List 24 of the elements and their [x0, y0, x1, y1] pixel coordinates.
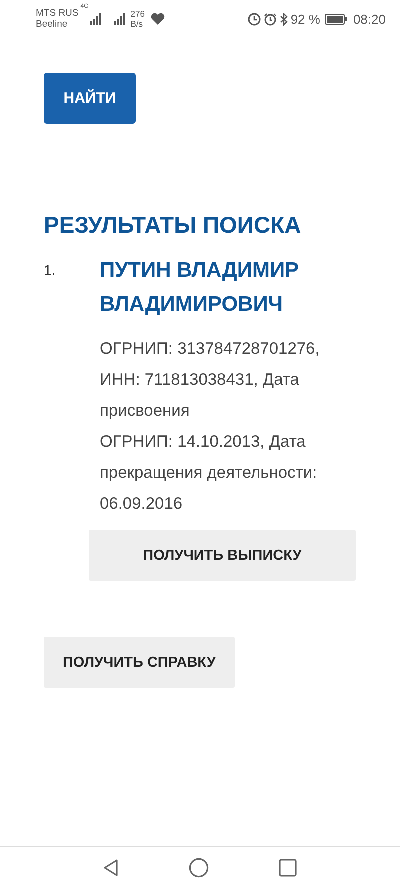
- section-title: РЕЗУЛЬТАТЫ ПОИСКА: [44, 211, 302, 240]
- list-number: 1.: [44, 261, 57, 280]
- data-speed-unit: B/s: [130, 19, 144, 29]
- clock-icon: [248, 12, 261, 26]
- signal-icon: [112, 13, 127, 25]
- heart-icon: [150, 13, 165, 25]
- carrier-name: MTS RUS: [36, 8, 79, 19]
- battery-percent: 92 %: [290, 12, 320, 26]
- data-speed: 276: [130, 9, 145, 19]
- recents-icon[interactable]: [279, 859, 297, 877]
- certificate-button[interactable]: ПОЛУЧИТЬ СПРАВКУ: [44, 637, 235, 688]
- result-details: ОГРНИП: 14.10.2013, Дата прекращения деятельности: 06.09.2016: [100, 432, 318, 515]
- search-button[interactable]: НАЙТИ: [44, 73, 136, 124]
- carrier-name: Beeline: [36, 19, 69, 30]
- clock-time: 08:20: [353, 12, 386, 26]
- signal-icon: [88, 13, 103, 25]
- result-name: ПУТИН ВЛАДИМИР ВЛАДИМИРОВИЧ: [100, 258, 300, 318]
- bluetooth-icon: [280, 12, 289, 26]
- alarm-icon: [264, 12, 277, 26]
- extract-button[interactable]: ПОЛУЧИТЬ ВЫПИСКУ: [89, 530, 356, 581]
- home-icon[interactable]: [189, 858, 209, 878]
- back-icon[interactable]: [103, 859, 119, 877]
- result-details: ОГРНИП: 313784728701276, ИНН: 711813038431, Дата присвоения: [100, 339, 321, 422]
- battery-icon: [325, 14, 348, 24]
